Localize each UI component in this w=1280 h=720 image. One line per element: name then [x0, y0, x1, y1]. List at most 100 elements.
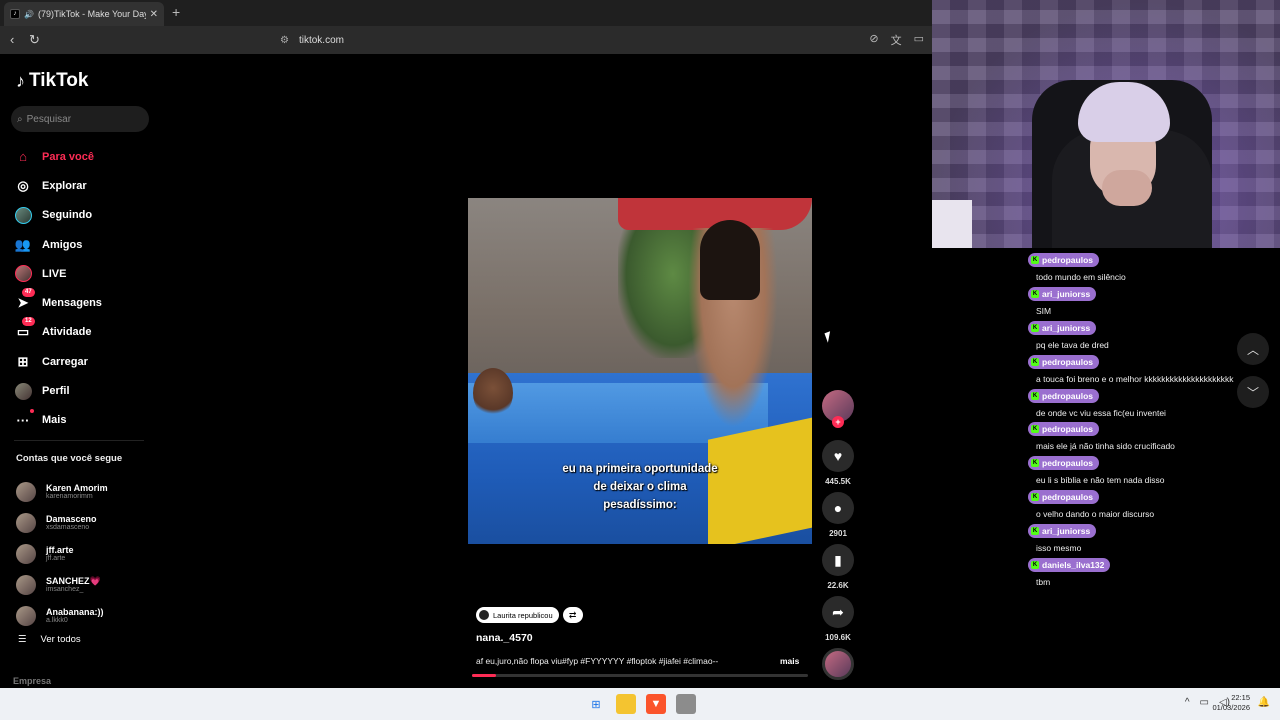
- network-icon[interactable]: ▭: [1200, 697, 1209, 708]
- menu-item-mensagens[interactable]: ➤ 47 Mensagens: [14, 288, 154, 317]
- menu-item-seguindo[interactable]: Seguindo: [14, 201, 154, 230]
- translate-icon[interactable]: 文: [891, 32, 902, 48]
- chat-username-badge[interactable]: Kpedropaulos: [1028, 253, 1100, 267]
- speaker-icon[interactable]: 🔊: [24, 10, 34, 19]
- menu-item-perfil[interactable]: Perfil: [14, 376, 154, 405]
- share-icon[interactable]: ➦: [822, 596, 854, 628]
- avatar: [16, 574, 36, 595]
- menu-item-para-voce[interactable]: ⌂ Para você: [14, 142, 154, 171]
- following-item[interactable]: Anabanana:)) a.lkkk0: [16, 600, 156, 631]
- following-item[interactable]: SANCHEZ💗 imsanchez_: [16, 569, 156, 600]
- video-player[interactable]: eu na primeira oportunidade de deixar o …: [468, 198, 812, 544]
- url-field[interactable]: ⚙ tiktok.com: [280, 30, 930, 50]
- chat-text: a touca foi breno e o melhor kkkkkkkkkkk…: [1036, 373, 1234, 384]
- search-input[interactable]: ⌕ Pesquisar: [11, 106, 149, 132]
- chevron-up-icon[interactable]: ^: [1185, 697, 1190, 708]
- browser-tab[interactable]: ♪ 🔊 (79)TikTok - Make Your Day ✕: [4, 2, 164, 26]
- menu-item-amigos[interactable]: 👥 Amigos: [14, 230, 154, 259]
- kick-badge-icon: K: [1031, 425, 1039, 434]
- comment-icon[interactable]: ●: [822, 492, 854, 524]
- video-progress-bar[interactable]: [472, 674, 808, 677]
- menu-label: Perfil: [42, 385, 70, 398]
- back-icon[interactable]: ‹: [10, 32, 14, 47]
- windows-taskbar: ⊞ ▼ ^ ▭ ◁) 22:15 01/03/2026 🔔: [0, 688, 1280, 720]
- comment-action[interactable]: ● 2901: [822, 492, 854, 538]
- menu-item-mais[interactable]: ··· Mais: [14, 406, 154, 435]
- chat-text: de onde vc viu essa fic(eu inventei: [1036, 407, 1166, 418]
- chat-username-badge[interactable]: Kpedropaulos: [1028, 456, 1100, 471]
- scroll-down-button[interactable]: ﹀: [1237, 376, 1269, 408]
- like-action[interactable]: ♥ 445.5K: [822, 440, 854, 486]
- save-count: 22.6K: [827, 581, 849, 590]
- follow-button[interactable]: +: [832, 416, 844, 428]
- save-action[interactable]: ▮ 22.6K: [822, 544, 854, 590]
- chat-username-badge[interactable]: Kari_juniorss: [1028, 524, 1097, 539]
- clock[interactable]: 22:15 01/03/2026: [1212, 693, 1250, 713]
- more-button[interactable]: mais: [780, 656, 799, 666]
- site-info-icon[interactable]: ⚙: [280, 35, 289, 46]
- music-disc-avatar[interactable]: [822, 648, 854, 680]
- footer-empresa[interactable]: Empresa: [13, 676, 51, 686]
- chat-username-badge[interactable]: Kpedropaulos: [1028, 490, 1100, 505]
- following-item[interactable]: Karen Amorim karenamorimm: [16, 476, 156, 507]
- kick-badge-icon: K: [1031, 459, 1039, 468]
- chat-message: Kdaniels_ilva132 tbm: [1028, 553, 1260, 587]
- chat-username: ari_juniorss: [1042, 288, 1091, 299]
- stream-chat: Kpedropaulos todo mundo em silêncio Kari_j…: [1028, 248, 1260, 592]
- windows-start-icon[interactable]: ⊞: [586, 694, 606, 714]
- tiktok-logo[interactable]: ♪ TikTok: [16, 70, 88, 92]
- following-item[interactable]: jff.arte jff.arte: [16, 538, 156, 569]
- webcam-desk: [932, 200, 972, 248]
- menu-label: Explorar: [42, 179, 87, 192]
- chat-username-badge[interactable]: Kpedropaulos: [1028, 388, 1100, 403]
- cast-icon[interactable]: ▭: [914, 32, 924, 48]
- chat-username-badge[interactable]: Kdaniels_ilva132: [1028, 558, 1111, 573]
- chat-message: Kpedropaulos todo mundo em silêncio: [1028, 248, 1260, 282]
- chat-username: daniels_ilva132: [1042, 560, 1105, 571]
- following-name: Anabanana:)): [46, 606, 104, 617]
- reposter-avatar: [479, 610, 489, 620]
- notification-icon[interactable]: 🔔: [1258, 697, 1270, 708]
- repost-badge[interactable]: Laurita republicou: [476, 607, 559, 623]
- webcam-overlay: [932, 0, 1280, 248]
- sidebar-divider: [14, 440, 144, 441]
- tracking-icon[interactable]: ⊘: [869, 32, 878, 48]
- mouse-cursor-icon: [824, 331, 834, 343]
- heart-icon[interactable]: ♥: [822, 440, 854, 472]
- repost-icon[interactable]: ⇄: [562, 607, 583, 623]
- chat-username-badge[interactable]: Kpedropaulos: [1028, 422, 1100, 437]
- video-author[interactable]: nana._4570: [476, 632, 533, 644]
- like-count: 445.5K: [825, 477, 851, 486]
- file-explorer-icon[interactable]: [616, 694, 636, 714]
- chat-message: Kpedropaulos mais ele já não tinha sido c…: [1028, 417, 1260, 451]
- address-bar-icons: ⊘ 文 ▭: [869, 32, 924, 48]
- menu-item-atividade[interactable]: ▭ 12 Atividade: [14, 317, 154, 347]
- chat-message: Kpedropaulos a touca foi breno e o melhor…: [1028, 350, 1260, 384]
- brave-browser-icon[interactable]: ▼: [646, 694, 666, 714]
- chat-message: Kari_juniorss SIM: [1028, 282, 1260, 316]
- chat-username-badge[interactable]: Kari_juniorss: [1028, 320, 1097, 335]
- activity-badge: 12: [22, 317, 35, 327]
- avatar: [16, 605, 36, 626]
- kick-badge-icon: K: [1031, 357, 1039, 366]
- following-name: Damasceno: [46, 513, 97, 524]
- share-action[interactable]: ➦ 109.6K: [822, 596, 854, 642]
- reload-icon[interactable]: ↻: [29, 32, 40, 48]
- menu-item-live[interactable]: LIVE: [14, 259, 154, 288]
- video-boy: [473, 368, 513, 418]
- following-item[interactable]: Damasceno xsdamasceno: [16, 507, 156, 538]
- app-icon[interactable]: [676, 694, 696, 714]
- tiktok-favicon-icon: ♪: [10, 9, 20, 19]
- close-tab-icon[interactable]: ✕: [150, 9, 158, 20]
- bookmark-icon[interactable]: ▮: [822, 544, 854, 576]
- menu-label: Mais: [42, 414, 67, 427]
- menu-item-explorar[interactable]: ◎ Explorar: [14, 171, 154, 200]
- scroll-up-button[interactable]: ︿: [1237, 333, 1269, 365]
- menu-item-carregar[interactable]: ⊞ Carregar: [14, 347, 154, 376]
- webcam-hand: [1102, 170, 1152, 206]
- chat-username-badge[interactable]: Kari_juniorss: [1028, 286, 1097, 301]
- see-all-button[interactable]: ☰ Ver todos: [18, 634, 81, 645]
- chat-username-badge[interactable]: Kpedropaulos: [1028, 354, 1100, 369]
- chat-text: pq ele tava de dred: [1036, 339, 1109, 350]
- new-tab-button[interactable]: +: [172, 4, 180, 20]
